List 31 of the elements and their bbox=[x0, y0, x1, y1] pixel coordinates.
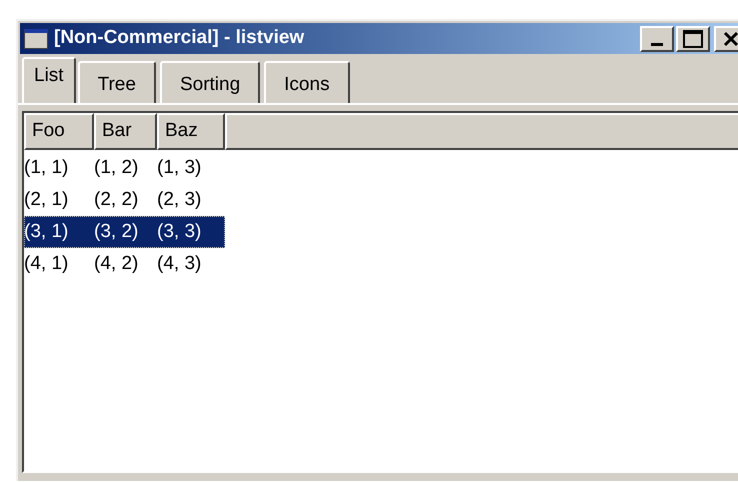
table-cell-text: (1, 1) bbox=[24, 156, 70, 180]
table-cell-text: (3, 3) bbox=[157, 220, 202, 244]
table-cell-text: (1, 2) bbox=[94, 156, 140, 180]
maximize-icon bbox=[683, 30, 703, 48]
tab[interactable]: Sorting bbox=[160, 61, 260, 103]
list-row[interactable]: (2, 1) (2, 2) (2, 3) bbox=[24, 184, 225, 216]
table-cell-text: (3, 1) bbox=[24, 220, 70, 244]
column-header[interactable]: Bar bbox=[94, 113, 157, 150]
list-row[interactable]: (3, 1) (3, 2) (3, 3) bbox=[24, 216, 225, 248]
tab[interactable]: Icons bbox=[264, 61, 350, 103]
table-cell-text: (4, 2) bbox=[94, 252, 140, 276]
window-title: [Non-Commercial] - listview bbox=[54, 26, 304, 50]
close-button[interactable] bbox=[714, 26, 738, 52]
close-icon bbox=[723, 30, 738, 46]
column-header[interactable]: Baz bbox=[157, 113, 225, 150]
table-cell-text: (4, 3) bbox=[157, 252, 202, 276]
column-header[interactable]: Foo bbox=[24, 113, 94, 150]
minimize-icon bbox=[651, 42, 663, 46]
table-cell-text: (4, 1) bbox=[24, 252, 70, 276]
list-row[interactable]: (4, 1) (4, 2) (4, 3) bbox=[24, 248, 225, 280]
maximize-button[interactable] bbox=[676, 26, 710, 52]
minimize-button[interactable] bbox=[640, 26, 674, 52]
table-cell-text: (1, 3) bbox=[157, 156, 202, 180]
table-cell-text: (2, 2) bbox=[94, 188, 140, 212]
table-cell-text: (3, 2) bbox=[94, 220, 140, 244]
tab[interactable]: List bbox=[22, 57, 76, 103]
window-icon bbox=[24, 28, 48, 48]
tab[interactable]: Tree bbox=[78, 61, 156, 103]
list-row[interactable]: (1, 1) (1, 2) (1, 3) bbox=[24, 152, 225, 184]
table-cell-text: (2, 3) bbox=[157, 188, 202, 212]
table-cell-text: (2, 1) bbox=[24, 188, 70, 212]
